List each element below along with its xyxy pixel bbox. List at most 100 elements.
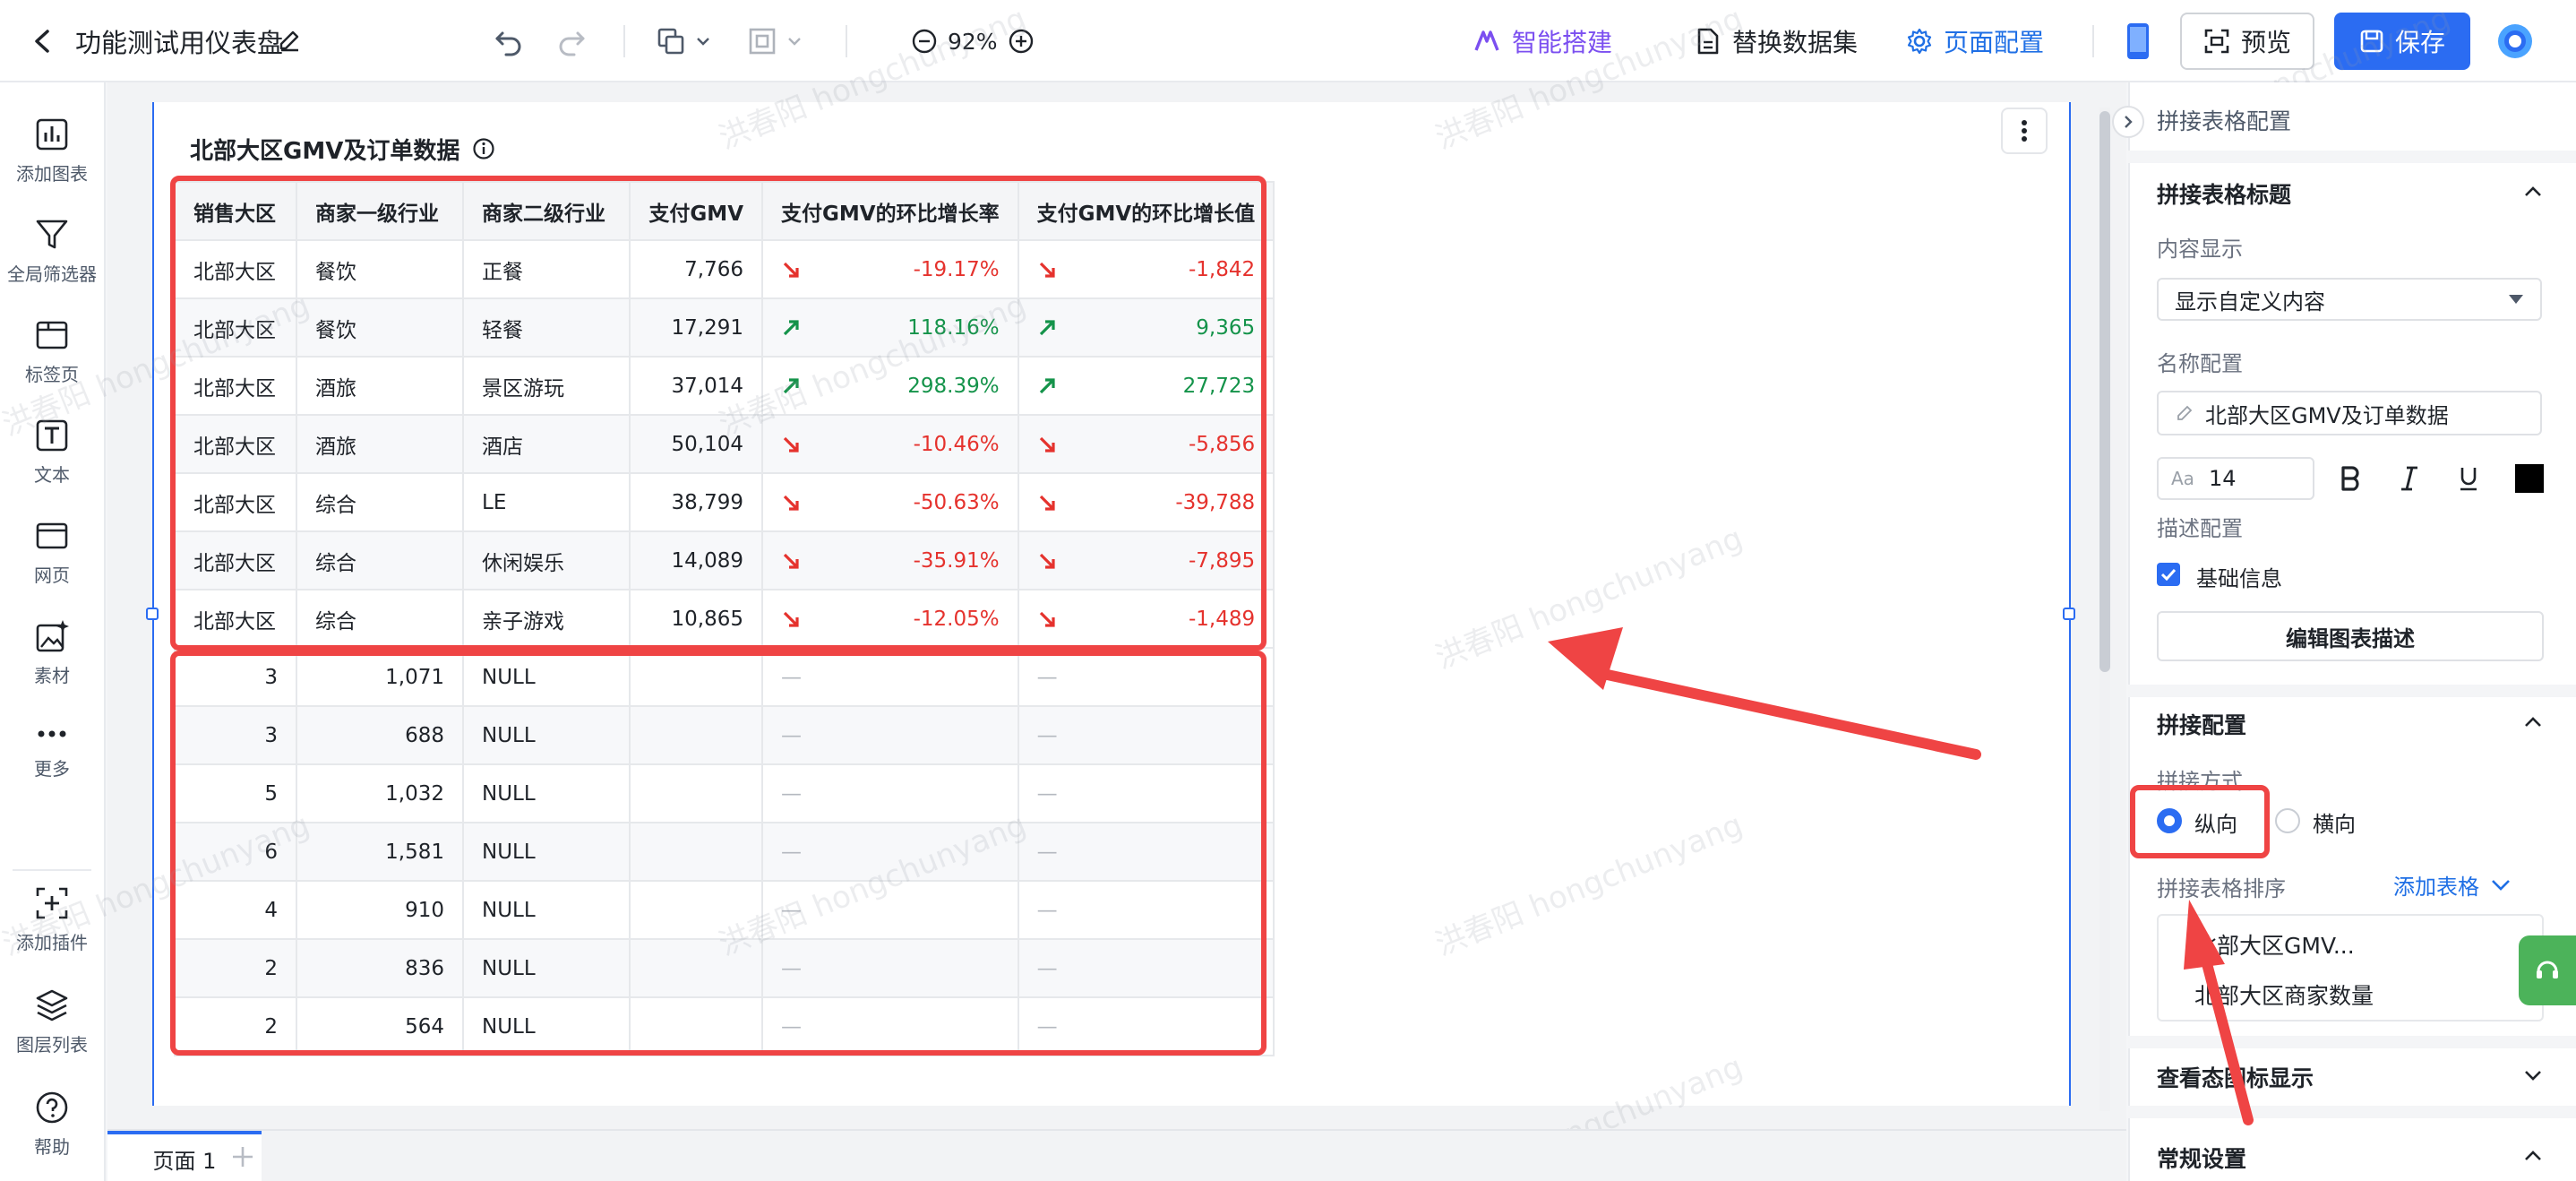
trend-up-icon [781,375,801,398]
rail-more[interactable]: 更多 [0,720,104,780]
cell-value: -1,489 [1017,589,1275,649]
assistant-icon[interactable] [2495,22,2535,61]
cell-l1: 综合 [296,589,464,649]
cell-l2: 亲子游戏 [462,589,631,649]
sort-item[interactable]: 北部大区GMV... [2194,928,2355,961]
radio-horizontal[interactable] [2275,808,2300,833]
cell-count: 3 [174,647,297,707]
cell-dash: — [761,996,1019,1056]
zoom-out-icon[interactable] [906,23,942,59]
rail-material[interactable]: 素材 [0,618,104,687]
cell-dash: — [1017,938,1275,998]
copy-dropdown[interactable] [656,22,711,61]
add-page-icon[interactable] [229,1143,256,1170]
cell-value: -7,895 [1017,530,1275,590]
widget-more-button[interactable] [2001,108,2048,154]
section-general-heading[interactable]: 常规设置 [2157,1142,2246,1174]
column-header[interactable]: 支付GMV的环比增长值 [1017,181,1275,241]
ai-build-button[interactable]: 智能搭建 [1473,20,1612,63]
italic-button[interactable] [2390,459,2429,498]
rail-add-chart[interactable]: 添加图表 [0,116,104,185]
column-header[interactable]: 销售大区 [174,181,297,241]
cell-number: 1,032 [296,763,464,823]
sort-item[interactable]: 北部大区商家数量 [2194,978,2374,1011]
column-header[interactable]: 支付GMV [629,181,763,241]
resize-handle[interactable] [146,608,159,620]
support-float-button[interactable] [2519,935,2576,1005]
chevron-down-icon[interactable] [2520,1063,2546,1088]
trend-down-icon [1037,433,1057,456]
more-vertical-icon [2022,120,2027,142]
rate-value: -19.17% [913,257,1000,281]
cell-null: NULL [462,763,631,823]
replace-dataset-button[interactable]: 替换数据集 [1695,20,1858,63]
column-header[interactable]: 商家一级行业 [296,181,464,241]
chevron-up-icon[interactable] [2520,1143,2546,1168]
rail-tab-page[interactable]: 标签页 [0,317,104,386]
panel-divider [2128,1036,2576,1048]
section-join-heading[interactable]: 拼接配置 [2157,708,2246,740]
preview-button[interactable]: 预览 [2180,13,2314,70]
zoom-level: 92% [948,28,998,55]
font-size-input[interactable]: Aa 14 [2157,457,2314,500]
font-color-swatch[interactable] [2515,464,2544,493]
layers-icon [36,989,68,1022]
replace-dataset-label: 替换数据集 [1732,28,1859,57]
content-display-select[interactable]: 显示自定义内容 [2157,278,2542,321]
rate-value: -12.05% [913,607,1000,631]
collapse-panel-button[interactable] [2112,106,2144,138]
trend-down-icon [1037,258,1057,281]
rail-label: 添加图表 [16,163,88,185]
bold-button[interactable] [2331,459,2370,498]
chevron-up-icon[interactable] [2520,710,2546,735]
canvas-scrollbar-thumb[interactable] [2099,111,2110,672]
redo-icon[interactable] [552,22,591,61]
cell-value: 9,365 [1017,297,1275,358]
cell-region: 北部大区 [174,472,297,532]
resize-handle[interactable] [2063,608,2075,620]
chart-name-input[interactable]: 北部大区GMV及订单数据 [2157,391,2542,435]
cell-region: 北部大区 [174,297,297,358]
info-icon[interactable] [472,137,495,160]
chevron-up-icon[interactable] [2520,179,2546,204]
radio-vertical[interactable] [2157,808,2182,833]
section-view-icon-heading[interactable]: 查看态图标显示 [2157,1061,2314,1093]
rail-add-plugin[interactable]: 添加插件 [0,885,104,954]
rail-label: 素材 [34,665,70,686]
back-button[interactable] [23,22,63,61]
rail-layers[interactable]: 图层列表 [0,987,104,1056]
cell-gmv: 14,089 [629,530,763,590]
left-component-rail: 添加图表 全局筛选器 标签页 文本 网页 素材 更多 添加插件 图层列表 帮助 [0,82,106,1181]
cell-count: 5 [174,763,297,823]
mobile-view-icon[interactable] [2123,20,2153,63]
radio-vertical-label[interactable]: 纵向 [2194,806,2237,838]
trend-up-icon [1037,316,1057,340]
edit-title-icon[interactable] [274,25,305,56]
rail-help[interactable]: 帮助 [0,1090,104,1159]
cell-dash: — [761,705,1019,765]
underline-button[interactable] [2449,459,2488,498]
undo-icon[interactable] [489,22,528,61]
rate-value: -50.63% [913,490,1000,514]
arrange-dropdown[interactable] [747,22,803,61]
column-header[interactable]: 商家二级行业 [462,181,631,241]
delta-value: -5,856 [1189,432,1256,456]
rail-global-filter[interactable]: 全局筛选器 [0,217,104,286]
section-title-heading[interactable]: 拼接表格标题 [2157,177,2291,210]
rate-value: 118.16% [907,315,1000,340]
cell-l2: 景区游玩 [462,356,631,416]
zoom-in-icon[interactable] [1003,23,1039,59]
column-header[interactable]: 支付GMV的环比增长率 [761,181,1019,241]
rail-web-page[interactable]: 网页 [0,518,104,587]
edit-description-button[interactable]: 编辑图表描述 [2157,611,2544,661]
basic-info-checkbox[interactable] [2157,563,2180,586]
page-config-button[interactable]: 页面配置 [1906,20,2044,63]
rail-label: 网页 [34,565,70,586]
save-button[interactable]: 保存 [2334,13,2470,70]
radio-horizontal-label[interactable]: 横向 [2313,806,2356,838]
rail-text[interactable]: 文本 [0,418,104,487]
rail-label: 帮助 [34,1136,70,1158]
add-table-button[interactable]: 添加表格 [2393,869,2512,901]
cell-count: 3 [174,705,297,765]
trend-down-icon [1037,491,1057,514]
